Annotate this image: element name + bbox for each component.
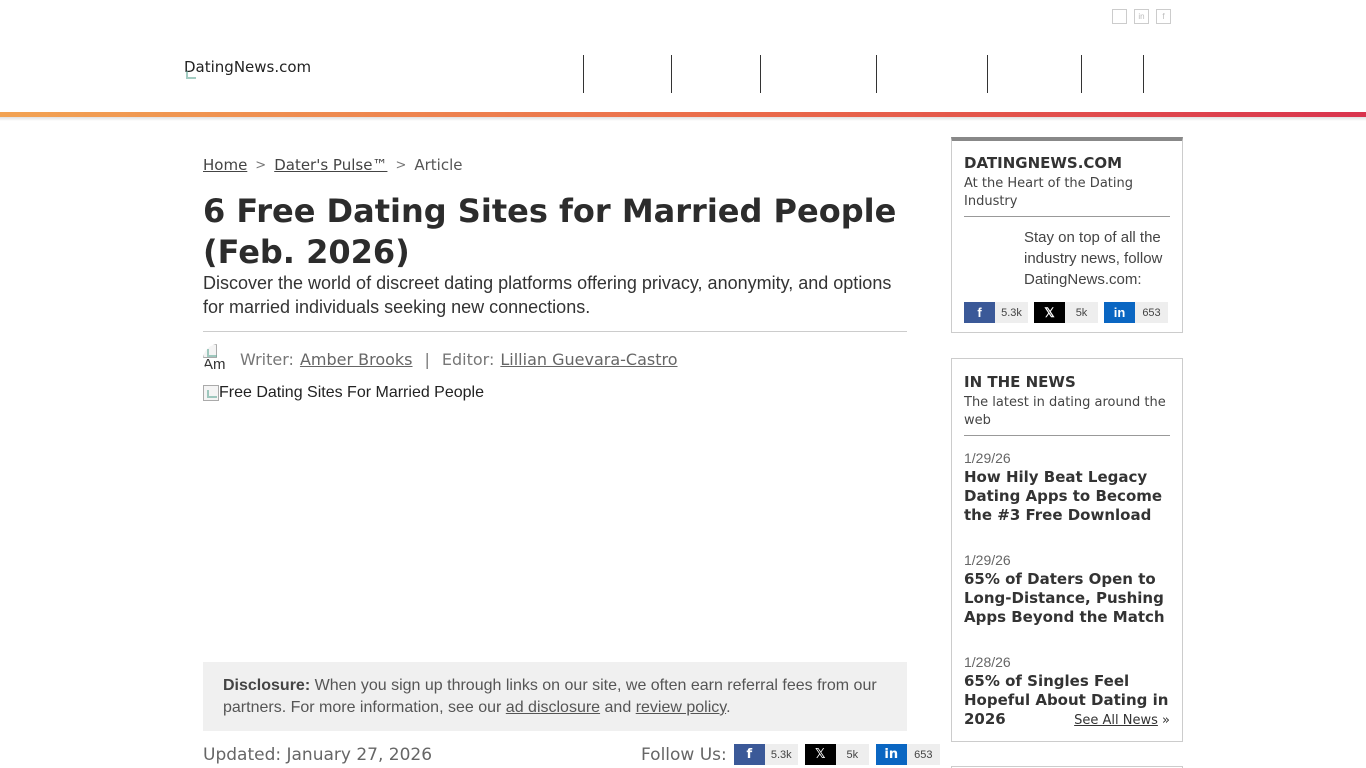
review-policy-link[interactable]: review policy <box>636 699 726 716</box>
nav-divider <box>1143 55 1144 93</box>
header-divider <box>203 331 907 332</box>
x-icon: 𝕏 <box>804 744 836 765</box>
site-header: DatingNews.com in f <box>0 0 1366 116</box>
facebook-count: 5.3k <box>764 744 798 765</box>
facebook-count: 5.3k <box>995 302 1028 323</box>
disclosure-label: Disclosure: <box>223 677 311 694</box>
article-subtitle: Discover the world of discreet dating pl… <box>203 273 892 317</box>
logo-alt-text: DatingNews.com <box>184 58 312 76</box>
breadcrumb-separator: > <box>395 157 407 173</box>
twitter-count: 5k <box>1065 302 1098 323</box>
linkedin-icon: in <box>875 744 907 765</box>
top-linkedin-icon-2[interactable]: in <box>1134 9 1149 24</box>
breadcrumb: Home > Dater's Pulse™ > Article <box>203 156 462 174</box>
breadcrumb-section-link[interactable]: Dater's Pulse™ <box>274 156 387 174</box>
header-shadow <box>0 117 1366 121</box>
sidebar-brand-box: DATINGNEWS.COM At the Heart of the Datin… <box>951 137 1183 333</box>
follow-us-bar: Follow Us: f 5.3k 𝕏 5k in 653 <box>641 744 940 765</box>
x-icon: 𝕏 <box>1034 302 1065 323</box>
news-date: 1/29/26 <box>964 552 1011 568</box>
sidebar-social-buttons: f 5.3k 𝕏 5k in 653 <box>964 302 1168 323</box>
news-title-link[interactable]: How Hily Beat Legacy Dating Apps to Beco… <box>964 468 1170 525</box>
news-box-title: IN THE NEWS <box>964 373 1076 391</box>
breadcrumb-home-link[interactable]: Home <box>203 156 247 174</box>
breadcrumb-current: Article <box>414 156 463 174</box>
hero-broken-image-icon <box>203 385 219 401</box>
brand-box-text: Stay on top of all the industry news, fo… <box>1024 229 1163 288</box>
twitter-count: 5k <box>835 744 869 765</box>
hero-alt-text: Free Dating Sites For Married People <box>219 384 484 401</box>
see-all-news: See All News » <box>1074 713 1170 728</box>
linkedin-follow-button[interactable]: in 653 <box>875 744 940 765</box>
disclosure-box: Disclosure: When you sign up through lin… <box>203 662 907 731</box>
disclosure-and: and <box>604 699 632 716</box>
facebook-follow-button[interactable]: f 5.3k <box>733 744 798 765</box>
follow-us-label: Follow Us: <box>641 744 727 765</box>
sidebar-facebook-button[interactable]: f 5.3k <box>964 302 1028 323</box>
updated-date: Updated: January 27, 2026 <box>203 745 433 765</box>
nav-divider <box>1081 55 1082 93</box>
byline: Am Writer: Amber Brooks | Editor: Lillia… <box>203 343 678 375</box>
brand-box-title: DATINGNEWS.COM <box>964 154 1123 172</box>
news-item: 1/29/26 65% of Daters Open to Long-Dista… <box>964 552 1170 627</box>
writer-label: Writer: <box>240 349 294 369</box>
news-list: 1/29/26 How Hily Beat Legacy Dating Apps… <box>964 450 1170 729</box>
linkedin-count: 653 <box>906 744 940 765</box>
header-social-icons: in f <box>1112 9 1171 24</box>
editor-label: Editor: <box>441 349 495 369</box>
top-facebook-icon[interactable]: f <box>1156 9 1171 24</box>
nav-divider <box>760 55 761 93</box>
top-linkedin-icon[interactable] <box>1112 9 1127 24</box>
writer-link[interactable]: Amber Brooks <box>300 350 413 369</box>
ad-disclosure-link[interactable]: ad disclosure <box>506 699 600 716</box>
byline-separator: | <box>424 349 430 369</box>
nav-divider <box>876 55 877 93</box>
sidebar-news-box: IN THE NEWS The latest in dating around … <box>951 358 1183 742</box>
sidebar-linkedin-button[interactable]: in 653 <box>1104 302 1168 323</box>
facebook-icon: f <box>964 302 995 323</box>
facebook-icon: f <box>733 744 765 765</box>
news-date: 1/29/26 <box>964 450 1011 466</box>
news-box-subtitle: The latest in dating around the web <box>964 394 1170 436</box>
breadcrumb-separator: > <box>255 157 267 173</box>
nav-divider <box>583 55 584 93</box>
linkedin-count: 653 <box>1135 302 1168 323</box>
avatar-alt-text: Am <box>203 355 226 373</box>
see-all-news-link[interactable]: See All News <box>1074 713 1158 728</box>
author-avatar: Am <box>203 343 234 375</box>
editor-link[interactable]: Lillian Guevara-Castro <box>500 350 677 369</box>
hero-image: Free Dating Sites For Married People <box>203 384 484 402</box>
disclosure-end: . <box>726 699 731 716</box>
linkedin-icon: in <box>1104 302 1135 323</box>
see-all-arrow: » <box>1162 713 1170 728</box>
news-date: 1/28/26 <box>964 654 1011 670</box>
page-title: 6 Free Dating Sites for Married People (… <box>203 192 897 271</box>
twitter-follow-button[interactable]: 𝕏 5k <box>804 744 869 765</box>
nav-divider <box>987 55 988 93</box>
news-title-link[interactable]: 65% of Daters Open to Long-Distance, Pus… <box>964 570 1170 627</box>
brand-box-subtitle: At the Heart of the Dating Industry <box>964 175 1170 217</box>
nav-divider <box>671 55 672 93</box>
site-logo[interactable]: DatingNews.com <box>183 58 312 79</box>
news-item: 1/29/26 How Hily Beat Legacy Dating Apps… <box>964 450 1170 525</box>
sidebar-twitter-button[interactable]: 𝕏 5k <box>1034 302 1098 323</box>
